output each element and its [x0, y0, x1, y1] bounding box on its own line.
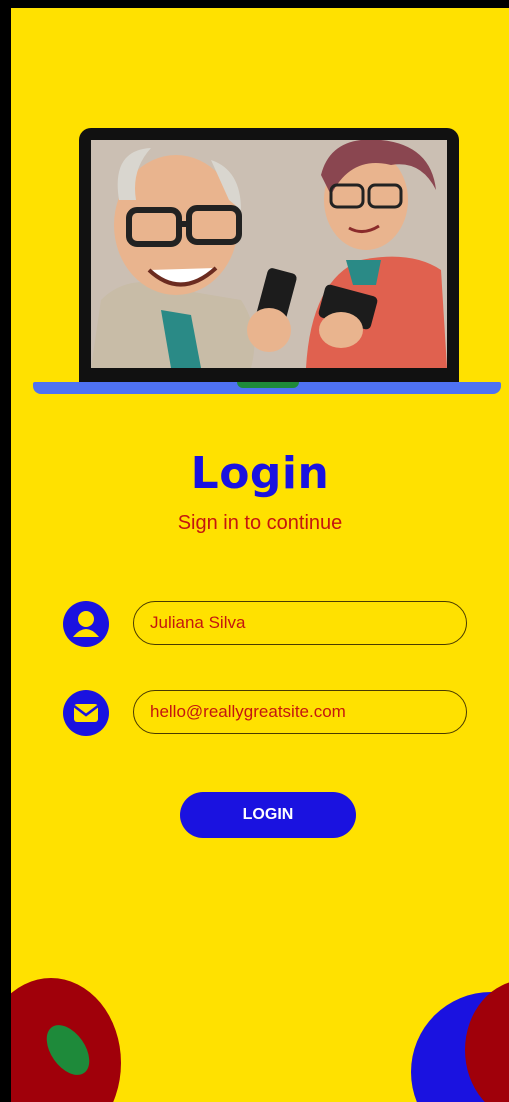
page-title: Login: [190, 448, 330, 499]
couple-image: [91, 140, 447, 368]
laptop-lid: [79, 128, 459, 386]
email-field-row: hello@reallygreatsite.com: [63, 690, 483, 738]
login-button[interactable]: LOGIN: [180, 792, 356, 838]
login-screen: Login Sign in to continue Juliana Silva …: [11, 8, 509, 1102]
laptop-illustration: [33, 128, 509, 398]
name-field-row: Juliana Silva: [63, 601, 483, 649]
name-input[interactable]: Juliana Silva: [133, 601, 467, 645]
user-icon: [63, 601, 109, 647]
mail-icon: [63, 690, 109, 736]
laptop-notch: [237, 382, 299, 388]
email-input[interactable]: hello@reallygreatsite.com: [133, 690, 467, 734]
page-subtitle: Sign in to continue: [177, 512, 343, 534]
elderly-couple-illustration: [91, 140, 447, 368]
device-frame: Login Sign in to continue Juliana Silva …: [0, 0, 509, 1102]
